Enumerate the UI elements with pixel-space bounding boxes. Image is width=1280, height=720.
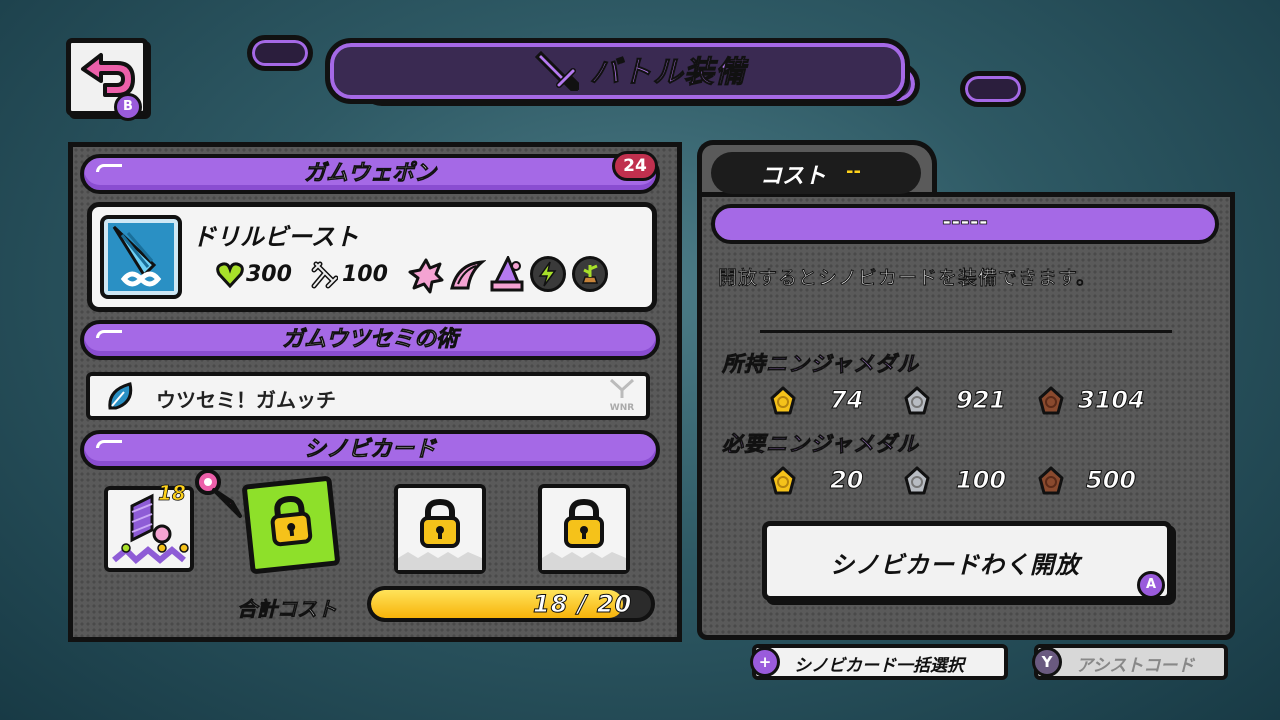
required-silver-value: 100 xyxy=(955,466,1007,495)
selection-pin-icon xyxy=(192,466,248,526)
page-title: バトル装備 xyxy=(590,55,746,91)
total-cost-text: 18 / 20 xyxy=(532,590,633,619)
lightning-icon xyxy=(530,256,566,292)
bronze-medal-icon xyxy=(1036,386,1066,416)
attack-icon xyxy=(310,260,339,294)
card-name-header: ----- xyxy=(711,204,1219,244)
utsusemi-name: ウツセミ！ガムッチ xyxy=(156,388,336,412)
card-name: ----- xyxy=(942,210,988,236)
title-decoration-left xyxy=(247,35,313,71)
plus-button-badge: + xyxy=(750,647,780,677)
bronze-medal-icon xyxy=(1036,466,1066,496)
sword-icon xyxy=(534,47,582,95)
splat-icon xyxy=(408,258,444,298)
card-slot-2[interactable] xyxy=(241,475,341,575)
slash-icon xyxy=(448,258,487,298)
total-cost-label: 合計コスト xyxy=(237,597,338,622)
cost-value: -- xyxy=(846,161,861,182)
witch-hat-icon xyxy=(488,254,526,300)
silver-medal-icon xyxy=(902,386,932,416)
divider xyxy=(760,330,1172,333)
sprout-icon xyxy=(572,256,608,292)
padlock-icon xyxy=(270,496,313,547)
weapon-count-badge: 24 xyxy=(612,151,658,181)
assist-code-label: アシストコード xyxy=(1076,656,1195,676)
padlock-icon xyxy=(398,498,482,570)
weapon-attack-value: 100 xyxy=(342,262,388,287)
card-cost-badge: 18 xyxy=(158,481,187,506)
a-button-badge: A xyxy=(1137,571,1165,599)
required-gold-value: 20 xyxy=(829,466,864,495)
weapon-section-header: ガムウェポン xyxy=(80,154,660,194)
wnr-badge: WNR xyxy=(605,378,639,413)
card-slot-4[interactable] xyxy=(538,484,630,574)
gold-medal-icon xyxy=(768,466,798,496)
padlock-icon xyxy=(542,498,626,570)
heart-icon xyxy=(216,262,244,292)
leaf-icon xyxy=(104,380,138,418)
y-button-badge: Y xyxy=(1032,647,1062,677)
gold-medal-icon xyxy=(768,386,798,416)
owned-gold-value: 74 xyxy=(829,386,864,415)
owned-bronze-value: 3104 xyxy=(1078,386,1146,415)
unlock-button-label: シノビカードわく開放 xyxy=(830,551,1080,579)
card-description: 開放するとシノビカードを装備できます。 xyxy=(718,267,1097,289)
weapon-hp-value: 300 xyxy=(246,262,292,287)
required-medals-label: 必要ニンジャメダル xyxy=(722,432,919,457)
b-button-badge: B xyxy=(114,93,142,121)
cards-section-label: シノビカード xyxy=(303,437,437,463)
cost-label: コスト xyxy=(760,164,827,189)
utsusemi-section-header: ガムウツセミの術 xyxy=(80,320,660,360)
title-decoration-right xyxy=(960,71,1026,107)
utsusemi-section-label: ガムウツセミの術 xyxy=(281,327,459,353)
select-all-label: シノビカード一括選択 xyxy=(794,656,964,676)
owned-medals-label: 所持ニンジャメダル xyxy=(722,352,919,377)
weapon-name: ドリルビースト xyxy=(192,223,359,251)
card-slot-3[interactable] xyxy=(394,484,486,574)
required-bronze-value: 500 xyxy=(1085,466,1137,495)
weapon-section-label: ガムウェポン xyxy=(303,161,437,187)
drill-weapon-icon xyxy=(100,215,182,299)
cards-section-header: シノビカード xyxy=(80,430,660,470)
silver-medal-icon xyxy=(902,466,932,496)
owned-silver-value: 921 xyxy=(955,386,1007,415)
